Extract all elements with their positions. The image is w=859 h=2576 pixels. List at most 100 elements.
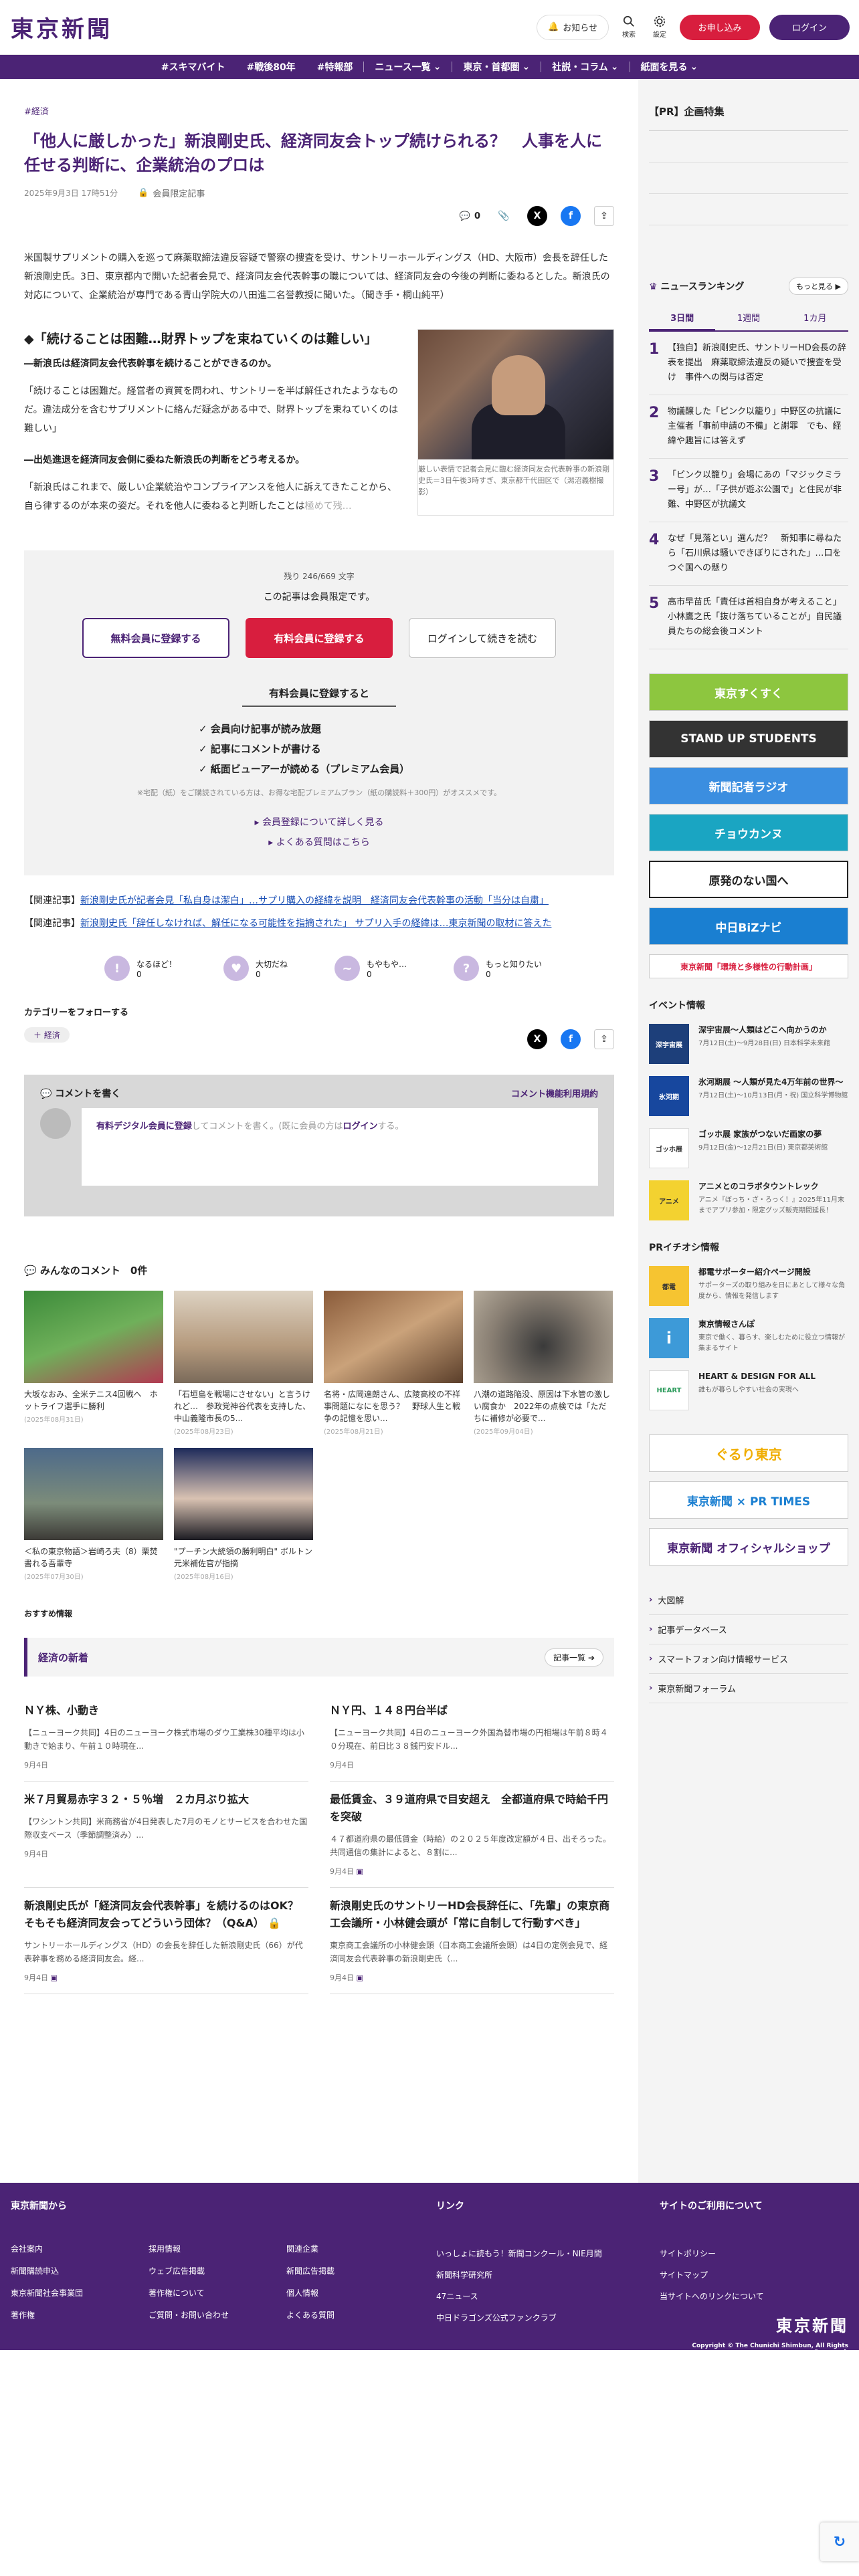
login-continue-button[interactable]: ログインして続きを読む <box>409 618 556 658</box>
banner-sukusuku[interactable]: 東京すくすく <box>649 673 848 711</box>
news-item[interactable]: ＮＹ円、１４８円台半ば 【ニューヨーク共同】4日のニューヨーク外国為替市場の円相場… <box>330 1693 614 1782</box>
sidebar-link-smartphone[interactable]: スマートフォン向け情報サービス <box>649 1644 848 1674</box>
tab-1month[interactable]: 1カ月 <box>782 306 848 330</box>
nav-item-tokyo[interactable]: 東京・首都圏 ⌄ <box>452 55 541 79</box>
nav-item-sukimabaito[interactable]: #スキマバイト <box>151 55 236 79</box>
signup-button[interactable]: お申し込み <box>680 14 760 40</box>
membership-info-link[interactable]: ▸ 会員登録について詳しく見る <box>24 813 614 833</box>
reaction-taisetsu[interactable]: ♥ 大切だね 0 <box>223 956 288 981</box>
comment-textarea[interactable]: 有料デジタル会員に登録してコメントを書く。(既に会員の方はログインする。 <box>82 1108 598 1186</box>
banner-env[interactable]: 東京新聞「環境と多様性の行動計画」 <box>649 954 848 978</box>
footer-link[interactable]: いっしょに読もう！新聞コンクール・NIE月間 <box>436 2243 660 2264</box>
banner-gururi[interactable]: ぐるり東京 <box>649 1434 848 1472</box>
notice-button[interactable]: 🔔 お知らせ <box>537 14 609 40</box>
paid-register-button[interactable]: 有料会員に登録する <box>246 618 393 658</box>
related-link[interactable]: 新浪剛史氏「辞任しなければ、解任になる可能性を指摘された」 サプリ入手の経緯は…… <box>80 918 551 929</box>
share-icon[interactable]: ⇪ <box>594 206 614 226</box>
clip-icon[interactable]: 📎 <box>494 206 514 226</box>
free-register-button[interactable]: 無料会員に登録する <box>82 618 229 658</box>
pr-item[interactable]: 都電 都電サポーター紹介ページ開設 サポーターズの取り組みを日にあとして様々な角度か… <box>649 1266 848 1306</box>
footer-link[interactable]: 個人情報 <box>286 2287 424 2298</box>
footer-link[interactable]: よくある質問 <box>286 2309 424 2321</box>
sidebar-link-database[interactable]: 記事データベース <box>649 1615 848 1644</box>
nav-item-sengo80[interactable]: #戦後80年 <box>235 55 306 79</box>
tab-3days[interactable]: 3日間 <box>649 306 716 332</box>
pr-feature-slot[interactable] <box>649 130 848 257</box>
footer-link[interactable]: 会社案内 <box>11 2243 149 2254</box>
event-item[interactable]: アニメ アニメとのコラボタウントレック アニメ『ぼっち・ざ・ろっく！』2025年11… <box>649 1180 848 1220</box>
footer-link[interactable]: サイトマップ <box>660 2264 848 2286</box>
login-button[interactable]: ログイン <box>769 14 850 40</box>
facebook-share-icon[interactable]: f <box>561 1029 581 1049</box>
photo-card[interactable]: 「石垣島を戦場にさせない」と言うけれど… 参政党神谷代表を支持した、中山義隆市長… <box>174 1291 313 1436</box>
ranking-item[interactable]: 5 高市早苗氏「責任は首相自身が考えること」 小林鷹之氏「抜け落ちていることが」自… <box>649 586 848 649</box>
nav-item-editorial[interactable]: 社説・コラム ⌄ <box>541 55 629 79</box>
photo-card[interactable]: 大坂なおみ、全米テニス4回戦へ ホットライフ選手に勝利 (2025年08月31日) <box>24 1291 163 1436</box>
footer-logo[interactable]: 東京新聞 <box>660 2313 848 2336</box>
related-link[interactable]: 新浪剛史氏が記者会見「私自身は潔白」…サプリ購入の経緯を説明 経済同友会代表幹事… <box>80 895 549 906</box>
faq-link[interactable]: ▸ よくある質問はこちら <box>24 833 614 853</box>
news-item[interactable]: 米７月貿易赤字３２・５％増 ２カ月ぶり拡大 【ワシントン共同】米商務省が4日発表し… <box>24 1782 308 1888</box>
settings-button[interactable]: 設定 <box>649 15 670 39</box>
reaction-moyamoya[interactable]: ~ もやもや… 0 <box>335 956 407 981</box>
ranking-more-button[interactable]: もっと見る ▶ <box>789 278 848 295</box>
footer-link[interactable]: 東京新聞社会事業団 <box>11 2287 149 2298</box>
econ-more-button[interactable]: 記事一覧 ➔ <box>545 1648 603 1667</box>
footer-link[interactable]: 47ニュース <box>436 2286 660 2307</box>
banner-shop[interactable]: 東京新聞 オフィシャルショップ <box>649 1528 848 1566</box>
comment-login-link[interactable]: ログイン <box>343 1121 377 1132</box>
footer-link[interactable]: 中日ドラゴンズ公式ファンクラブ <box>436 2307 660 2329</box>
footer-link[interactable]: サイトポリシー <box>660 2243 848 2264</box>
x-share-icon[interactable]: X <box>527 1029 547 1049</box>
event-item[interactable]: 氷河期 氷河期展 〜人類が見た4万年前の世界〜 7月12日(土)〜10月13日(月・… <box>649 1076 848 1116</box>
footer-link[interactable]: ウェブ広告掲載 <box>149 2265 286 2276</box>
breadcrumb[interactable]: #経済 <box>24 104 614 117</box>
pr-item[interactable]: i 東京情報さんぽ 東京で働く、暮らす、楽しむために役立つ情報が集まるサイト <box>649 1318 848 1358</box>
ranking-item[interactable]: 3 「ピンク以籠り」会場にあの「マジックミラー号」が…「子供が遊ぶ公園で」と住民が… <box>649 459 848 522</box>
facebook-share-icon[interactable]: f <box>561 206 581 226</box>
event-item[interactable]: ゴッホ展 ゴッホ展 家族がつないだ画家の夢 9月12日(金)〜12月21日(日) 東… <box>649 1128 848 1168</box>
banner-bizu[interactable]: 中日BiZナビ <box>649 907 848 945</box>
footer-link[interactable]: 採用情報 <box>149 2243 286 2254</box>
photo-card[interactable]: ＜私の東京物語＞岩崎ろ夫（8）栗焚書れる吾輩寺 (2025年07月30日) <box>24 1448 163 1581</box>
news-item[interactable]: 新浪剛史氏のサントリーHD会長辞任に、「先輩」の東京商工会議所・小林健会頭が「常… <box>330 1888 614 1994</box>
share-icon[interactable]: ⇪ <box>594 1029 614 1049</box>
ranking-item[interactable]: 4 なぜ「見落とい」選んだ？ 新知事に尋ねたら「石川県は騒いできぼりにされた」…口… <box>649 522 850 586</box>
footer-link[interactable]: ご質問・お問い合わせ <box>149 2309 286 2321</box>
recaptcha-badge[interactable]: ↻ <box>820 2523 859 2561</box>
x-share-icon[interactable]: X <box>527 206 547 226</box>
comment-count-button[interactable]: 💬 0 <box>460 211 480 221</box>
sidebar-link-daizukai[interactable]: 大図解 <box>649 1586 848 1615</box>
news-item[interactable]: ＮＹ株、小動き 【ニューヨーク共同】4日のニューヨーク株式市場のダウ工業株30種平… <box>24 1693 308 1782</box>
banner-chokanu[interactable]: チョウカンヌ <box>649 814 848 851</box>
reaction-motto[interactable]: ? もっと知りたい 0 <box>454 956 542 981</box>
pr-item[interactable]: HEART HEART & DESIGN FOR ALL 誰もが暮らしやすい社会の実… <box>649 1370 848 1410</box>
footer-link[interactable]: 著作権 <box>11 2309 149 2321</box>
footer-link[interactable]: 著作権について <box>149 2287 286 2298</box>
photo-card[interactable]: "プーチン大統領の勝利明白" ボルトン元米補佐官が指摘 (2025年08月16日) <box>174 1448 313 1581</box>
reaction-naruhodo[interactable]: ! なるほど！ 0 <box>104 956 177 981</box>
banner-radio[interactable]: 新聞記者ラジオ <box>649 767 848 804</box>
site-logo[interactable]: 東京新聞 <box>11 11 112 43</box>
footer-link[interactable]: 関連企業 <box>286 2243 424 2254</box>
comment-policy-link[interactable]: コメント機能利用規約 <box>511 1087 598 1100</box>
sidebar-link-forum[interactable]: 東京新聞フォーラム <box>649 1674 848 1703</box>
news-item[interactable]: 最低賃金、３９道府県で目安超え 全都道府県で時給千円を突破 ４７都道府県の最低賃金… <box>330 1782 614 1888</box>
ranking-item[interactable]: 2 物議醸した「ピンク以籠り」中野区の抗議に主催者「事前申請の不備」と謝罪 でも、… <box>649 395 848 459</box>
digital-register-link[interactable]: 有料デジタル会員に登録 <box>96 1121 192 1132</box>
photo-card[interactable]: 八潮の道路陥没、原因は下水管の激しい腐食か 2022年の点検では「ただちに補修が… <box>474 1291 613 1436</box>
nav-item-paper[interactable]: 紙面を見る ⌄ <box>630 55 709 79</box>
search-button[interactable]: 検索 <box>618 15 640 39</box>
photo-card[interactable]: 名将・広岡達朗さん、広陵高校の不祥事問題になにを思う？ 野球人生と戦争の記憶を思… <box>324 1291 463 1436</box>
nav-item-news-list[interactable]: ニュース一覧 ⌄ <box>364 55 452 79</box>
event-item[interactable]: 深宇宙展 深宇宙展〜人類はどこへ向かうのか 7月12日(土)〜9月28日(日) 日本… <box>649 1024 848 1064</box>
article-photo[interactable]: 厳しい表情で記者会見に臨む経済同友会代表幹事の新浪剛史氏＝3日午後3時すぎ、東京… <box>417 329 614 516</box>
footer-link[interactable]: 新聞科学研究所 <box>436 2264 660 2286</box>
footer-link[interactable]: 新聞広告掲載 <box>286 2265 424 2276</box>
footer-link[interactable]: 新聞購読申込 <box>11 2265 149 2276</box>
banner-genpatsu[interactable]: 原発のない国へ <box>649 861 848 898</box>
nav-item-tokuhobu[interactable]: #特報部 <box>306 55 364 79</box>
banner-standup[interactable]: STAND UP STUDENTS <box>649 720 848 758</box>
tab-1week[interactable]: 1週間 <box>715 306 781 330</box>
ranking-item[interactable]: 1 【独自】新浪剛史氏、サントリーHD会長の辞表を提出 麻薬取締法違反の疑いで捜査… <box>649 332 848 395</box>
